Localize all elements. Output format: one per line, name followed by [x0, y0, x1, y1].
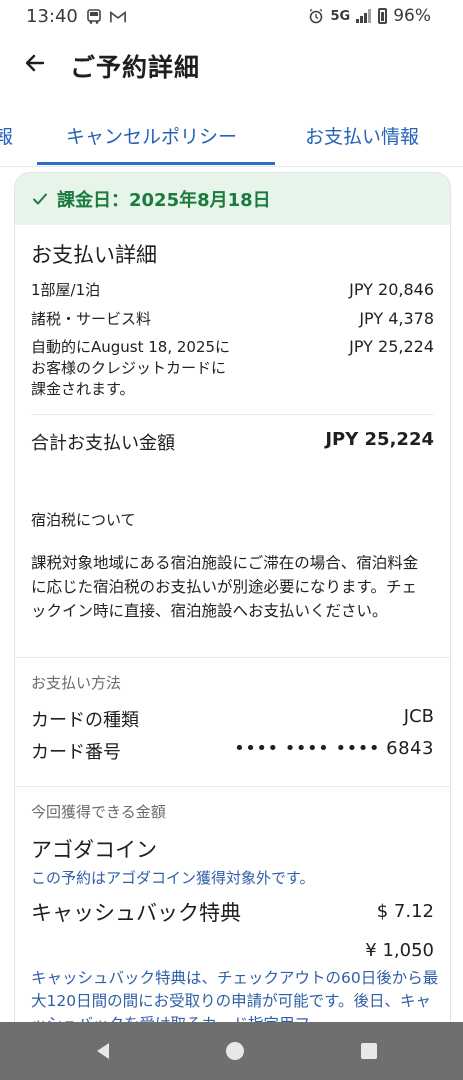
- row-auto-charge-label: 自動的にAugust 18, 2025にお客様のクレジットカードに課金されます。: [31, 338, 231, 398]
- charge-date-text: 課金日：2025年8月18日: [57, 190, 271, 211]
- status-bar: 13:40 5G 96%: [0, 0, 463, 32]
- divider: [15, 786, 450, 787]
- nav-recents-button[interactable]: [358, 1040, 380, 1062]
- divider: [31, 414, 434, 415]
- tab-cancellation-policy[interactable]: キャンセルポリシー: [66, 122, 237, 149]
- card-number-value: •••• •••• •••• 6843: [234, 738, 434, 759]
- accommodation-tax-body: 課税対象地域にある宿泊施設にご滞在の場合、宿泊料金に応じた宿泊税のお支払いが別途…: [31, 554, 419, 620]
- app-header: ご予約詳細: [0, 34, 463, 94]
- total-label: 合計お支払い金額: [31, 433, 175, 454]
- circle-home-icon: [226, 1042, 244, 1060]
- back-button[interactable]: [20, 48, 50, 78]
- nav-home-button[interactable]: [224, 1040, 246, 1062]
- divider: [15, 657, 450, 658]
- row-tax-service-value: JPY 4,378: [359, 309, 434, 328]
- agoda-coin-note: この予約はアゴダコイン獲得対象外です。: [31, 869, 315, 887]
- payment-details-title: お支払い詳細: [31, 243, 157, 267]
- row-tax-service-label: 諸税・サービス料: [31, 310, 152, 328]
- cashback-title: キャッシュバック特典: [31, 901, 241, 925]
- tab-bar: 報 キャンセルポリシー お支払い情報: [0, 104, 463, 167]
- battery-level: 96%: [393, 6, 431, 26]
- gmail-icon: [109, 9, 126, 25]
- signal-icon: [356, 9, 372, 23]
- tab-previous[interactable]: 報: [0, 122, 13, 149]
- accommodation-tax-title: 宿泊税について: [31, 511, 136, 529]
- page-title: ご予約詳細: [70, 53, 201, 82]
- earnings-section-label: 今回獲得できる金額: [31, 803, 166, 821]
- total-value: JPY 25,224: [325, 429, 434, 450]
- payment-method-section-label: お支払い方法: [31, 674, 122, 692]
- status-time: 13:40: [26, 6, 78, 27]
- card-number-label: カード番号: [31, 742, 121, 763]
- bus-icon: [86, 8, 102, 25]
- cashback-jpy: ¥ 1,050: [365, 940, 434, 961]
- card-type-value: JCB: [403, 706, 434, 727]
- nav-back-button[interactable]: [92, 1040, 114, 1062]
- battery-icon: [378, 8, 388, 24]
- alarm-icon: [308, 8, 324, 24]
- tab-payment-info[interactable]: お支払い情報: [305, 122, 419, 149]
- triangle-back-icon: [97, 1043, 109, 1059]
- navigation-bar: [0, 1022, 463, 1080]
- payment-card: 課金日：2025年8月18日 お支払い詳細 1部屋/1泊 JPY 20,846 …: [14, 172, 451, 1074]
- row-auto-charge-value: JPY 25,224: [349, 337, 434, 356]
- row-room-night-value: JPY 20,846: [349, 280, 434, 299]
- cashback-usd: $ 7.12: [376, 901, 434, 922]
- agoda-coin-title: アゴダコイン: [31, 838, 157, 862]
- row-room-night-label: 1部屋/1泊: [31, 281, 101, 299]
- check-icon: [31, 190, 49, 208]
- charge-date-banner: 課金日：2025年8月18日: [15, 173, 450, 225]
- arrow-left-icon: [25, 54, 45, 72]
- square-recents-icon: [361, 1043, 377, 1059]
- card-type-label: カードの種類: [31, 710, 139, 731]
- active-tab-indicator: [37, 162, 275, 165]
- network-type: 5G: [330, 8, 351, 24]
